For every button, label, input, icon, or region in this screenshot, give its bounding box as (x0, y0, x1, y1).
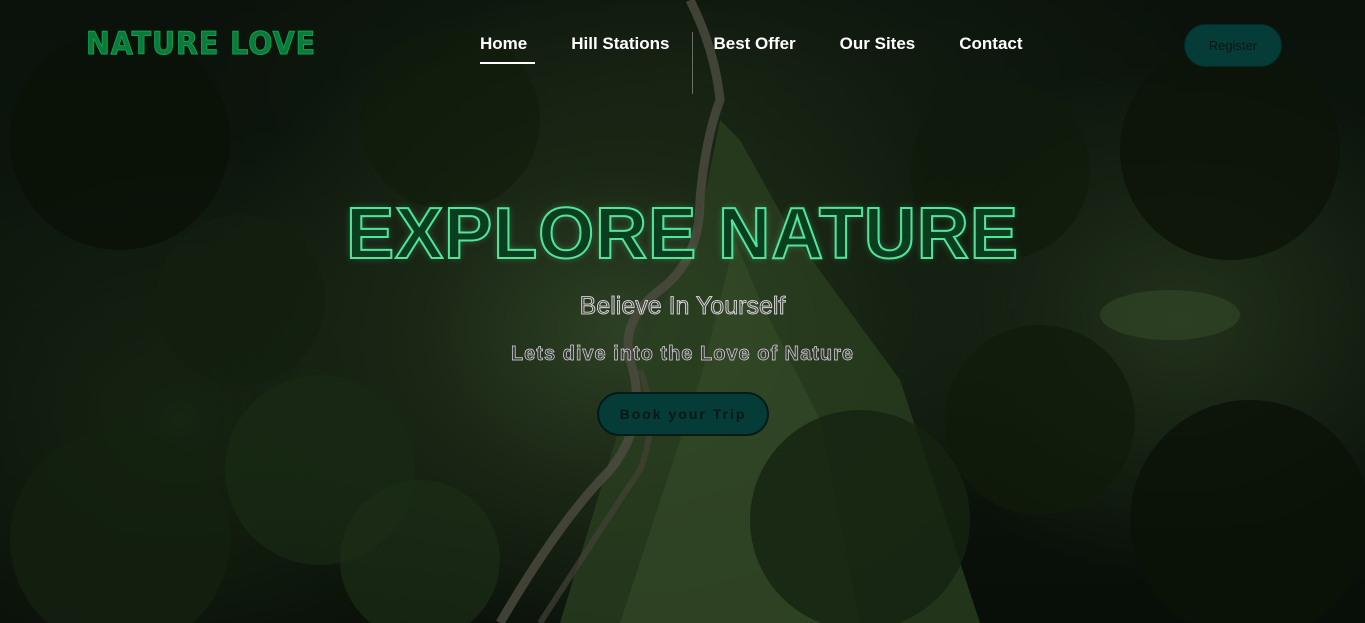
site-logo[interactable]: NATURE LOVE (86, 26, 316, 63)
hero-subtitle: Believe In Yourself (579, 292, 786, 321)
nav-menu: Home Hill Stations Best Offer Our Sites … (480, 34, 1067, 64)
book-trip-button[interactable]: Book your Trip (597, 392, 769, 436)
nav-divider (692, 32, 693, 94)
register-button[interactable]: Register (1184, 24, 1282, 67)
hero-title: EXPLORE NATURE (345, 193, 1019, 275)
nav-item-contact[interactable]: Contact (959, 34, 1022, 62)
nav-item-best-offer[interactable]: Best Offer (713, 34, 795, 62)
top-navigation: NATURE LOVE Home Hill Stations Best Offe… (0, 0, 1365, 94)
nav-item-hill-stations[interactable]: Hill Stations (571, 34, 669, 62)
nav-item-our-sites[interactable]: Our Sites (840, 34, 916, 62)
nav-item-home[interactable]: Home (480, 34, 536, 64)
hero-tagline: Lets dive into the Love of Nature (510, 343, 855, 366)
